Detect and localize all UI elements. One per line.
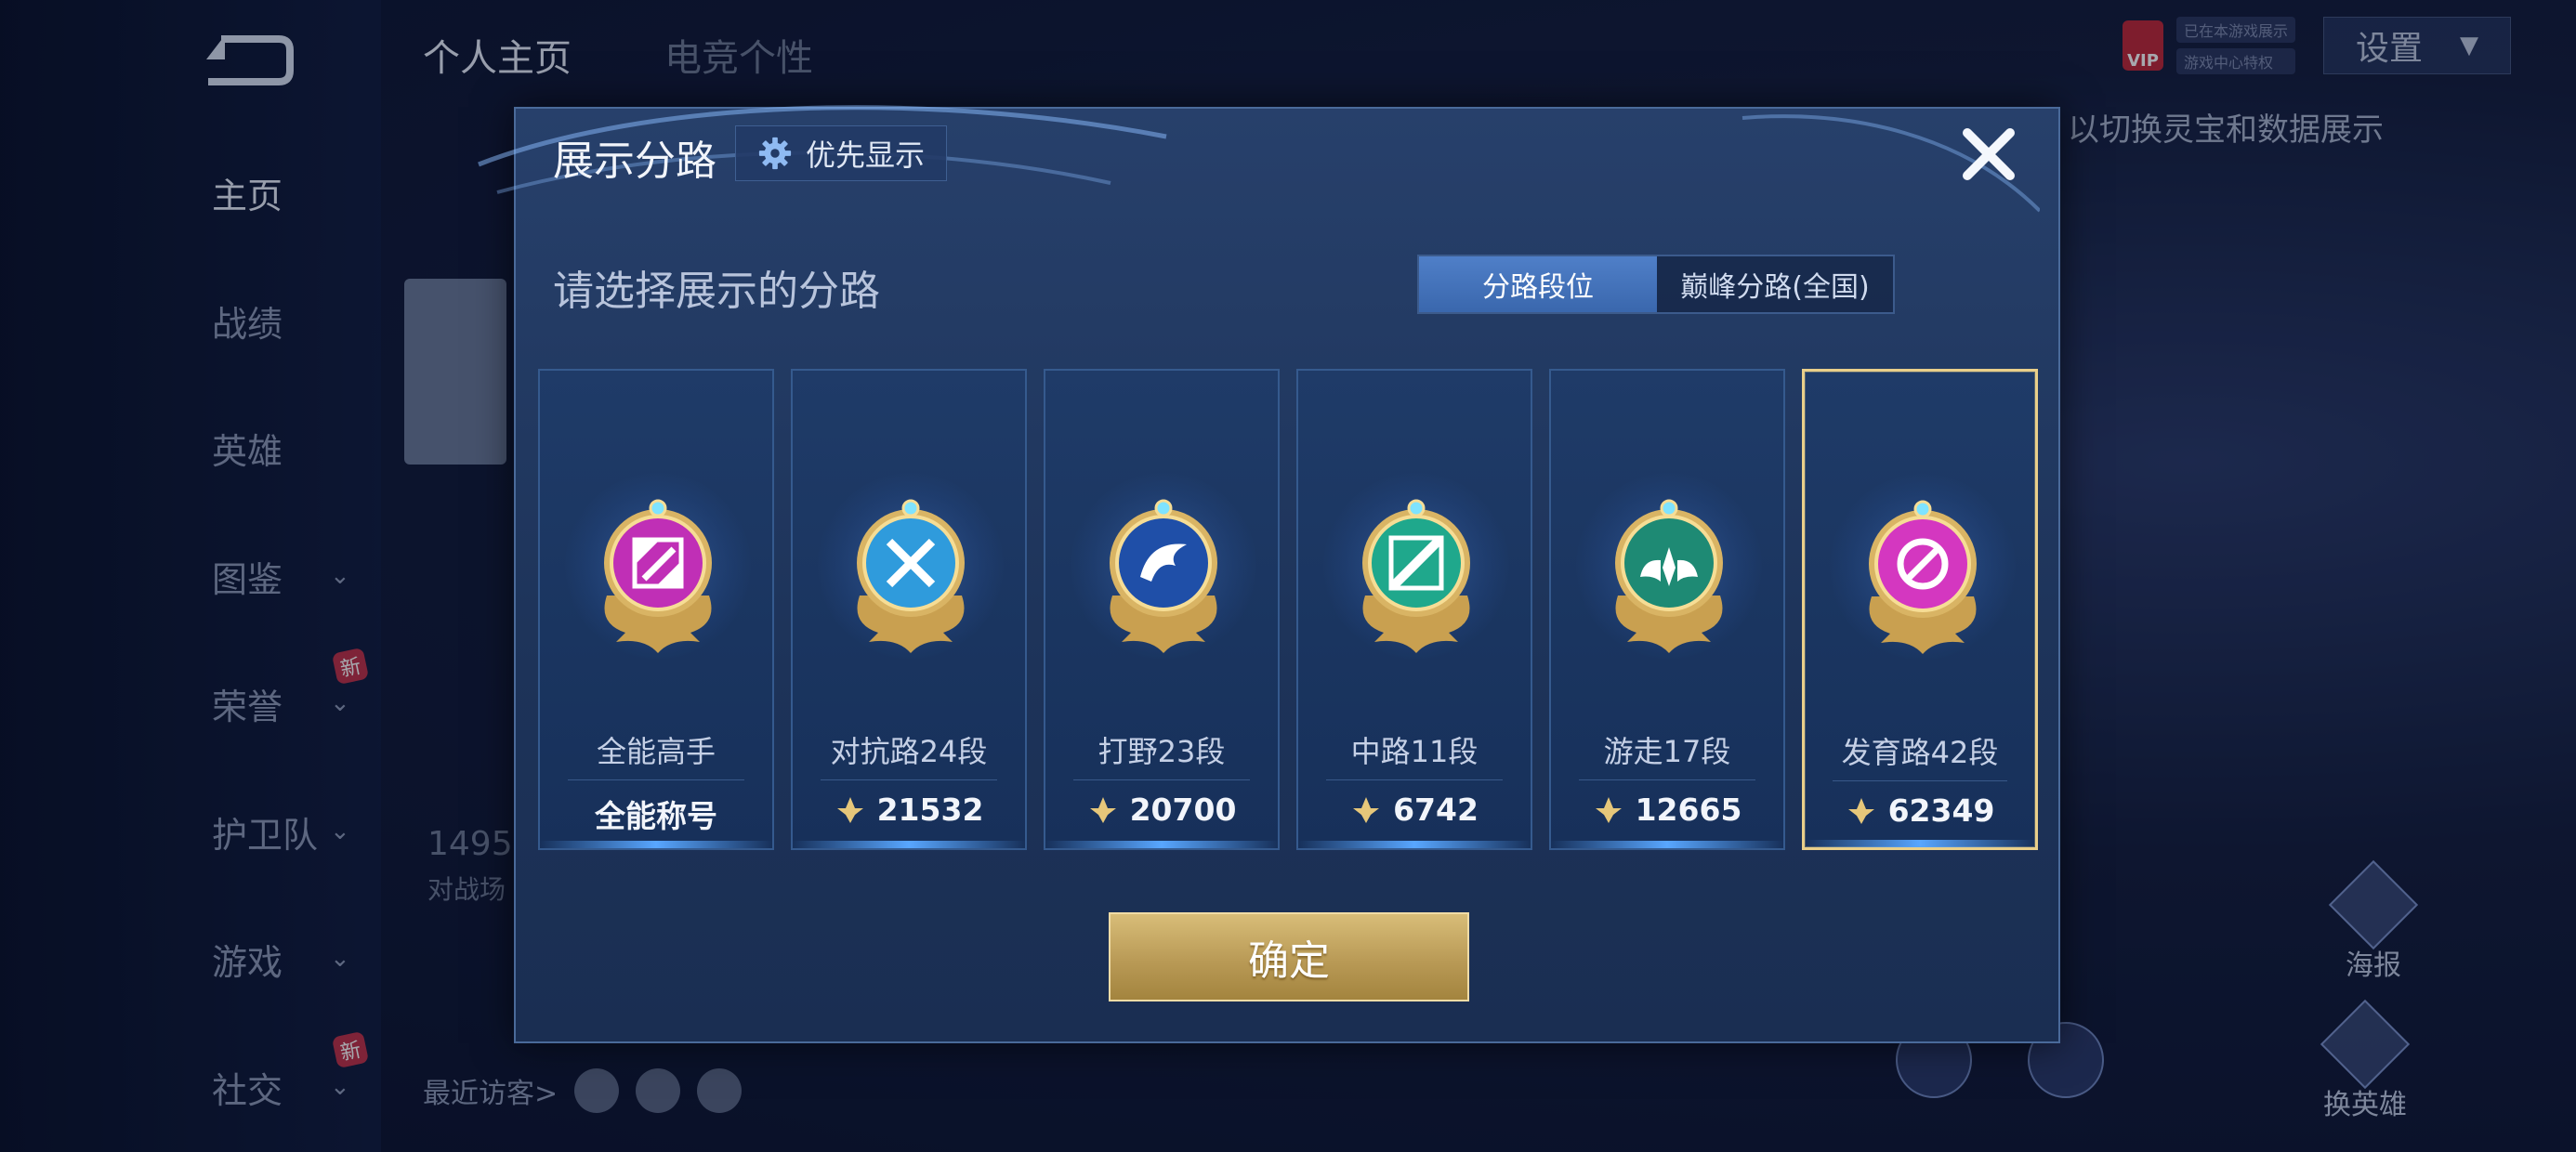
divider xyxy=(568,779,744,780)
dragon-icon xyxy=(1110,499,1217,653)
lane-name: 游走17段 xyxy=(1603,734,1731,769)
lane-card[interactable]: 对抗路24段 21532 xyxy=(791,369,1027,850)
priority-display-label: 优先显示 xyxy=(805,137,925,173)
lane-score: 6742 xyxy=(1298,792,1531,828)
lane-card[interactable]: 发育路42段 62349 xyxy=(1802,369,2038,850)
lane-score-value: 20700 xyxy=(1129,792,1237,828)
crossed-swords-icon xyxy=(857,499,965,653)
lane-name: 中路11段 xyxy=(1350,734,1479,769)
lane-score: 全能称号 xyxy=(540,792,772,836)
lane-score-value: 12665 xyxy=(1635,792,1742,828)
lane-score-value: 62349 xyxy=(1887,792,1995,829)
power-score-icon xyxy=(836,796,863,823)
lane-score-value: 6742 xyxy=(1393,792,1479,828)
divider xyxy=(821,779,997,780)
dialog-title: 展示分路 xyxy=(553,137,716,185)
lane-card-list: 全能高手 全能称号 对抗路24段 21532 打野23段 20700 中路11段 6742 游走… xyxy=(538,369,2038,850)
marksman-icon xyxy=(1869,500,1977,654)
lane-name: 打野23段 xyxy=(1097,734,1226,769)
lane-score: 21532 xyxy=(793,792,1025,828)
lane-display-dialog: 展示分路 优先显示 请选择展示的分路 分路段位 巅峰分路(全国) 全能高手全能称… xyxy=(478,105,2060,1043)
mid-lane-icon xyxy=(1362,499,1470,653)
priority-display-button[interactable]: 优先显示 xyxy=(735,125,947,181)
lane-name: 全能高手 xyxy=(596,734,716,769)
all-round-icon xyxy=(604,499,712,653)
power-score-icon xyxy=(1089,796,1116,823)
lane-score-value: 全能称号 xyxy=(595,798,717,834)
select-lane-prompt: 请选择展示的分路 xyxy=(553,268,880,315)
power-score-icon xyxy=(1353,796,1380,823)
lane-card[interactable]: 打野23段 20700 xyxy=(1044,369,1280,850)
confirm-button[interactable]: 确定 xyxy=(1109,912,1469,1001)
lane-name: 发育路42段 xyxy=(1841,735,1999,770)
lane-score: 62349 xyxy=(1805,792,2035,829)
lane-view-toggle: 分路段位 巅峰分路(全国) xyxy=(1417,255,1895,314)
lane-card[interactable]: 全能高手 全能称号 xyxy=(538,369,774,850)
lane-score-value: 21532 xyxy=(876,792,984,828)
power-score-icon xyxy=(1847,797,1874,824)
power-score-icon xyxy=(1595,796,1622,823)
close-icon[interactable] xyxy=(1956,122,2021,187)
wings-icon xyxy=(1615,499,1723,653)
divider xyxy=(1326,779,1503,780)
lane-card[interactable]: 游走17段 12665 xyxy=(1549,369,1785,850)
gear-icon xyxy=(758,137,792,170)
divider xyxy=(1833,780,2007,781)
divider xyxy=(1073,779,1250,780)
lane-name: 对抗路24段 xyxy=(830,734,988,769)
lane-card[interactable]: 中路11段 6742 xyxy=(1296,369,1532,850)
tab-lane-rank[interactable]: 分路段位 xyxy=(1419,256,1657,312)
divider xyxy=(1579,779,1755,780)
tab-peak-lane[interactable]: 巅峰分路(全国) xyxy=(1657,256,1893,312)
lane-score: 20700 xyxy=(1045,792,1278,828)
lane-score: 12665 xyxy=(1551,792,1783,828)
